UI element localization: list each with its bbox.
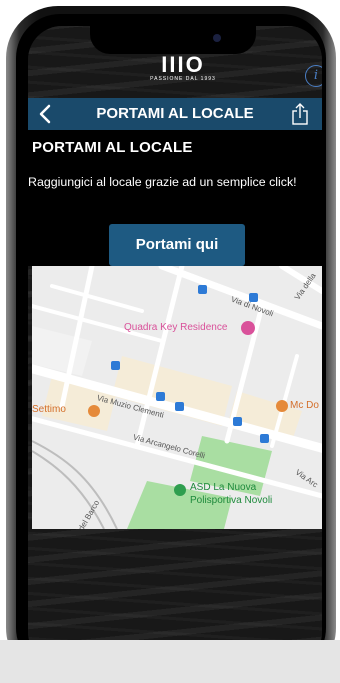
phone-frame: ΙΙΙΟ PASSIONE DAL 1993 i PORTAMI AL LOCA…	[6, 6, 336, 680]
camera-dot	[213, 34, 221, 42]
map-canvas	[32, 266, 322, 529]
info-icon[interactable]: i	[305, 65, 322, 87]
map-label-settimo: Settimo	[32, 404, 66, 415]
chevron-left-icon[interactable]	[35, 101, 57, 127]
map-label-hotel: Quadra Key Residence	[124, 322, 228, 333]
logo-mark: ΙΙΙΟ	[161, 52, 205, 77]
section-description: Raggiungici al locale grazie ad un sempl…	[28, 175, 297, 189]
logo-tagline: PASSIONE DAL 1993	[150, 76, 216, 82]
map-label-sport-1: ASD La Nuova	[190, 482, 257, 493]
content-section: PORTAMI AL LOCALE Raggiungici al locale …	[28, 130, 322, 266]
map-label-mcdo: Mc Do	[290, 400, 319, 411]
phone-bezel: ΙΙΙΟ PASSIONE DAL 1993 i PORTAMI AL LOCA…	[16, 14, 326, 672]
share-icon[interactable]	[288, 101, 312, 127]
section-title: PORTAMI AL LOCALE	[32, 139, 193, 156]
navigation-bar: PORTAMI AL LOCALE	[28, 98, 322, 130]
navigate-button[interactable]: Portami qui	[109, 224, 245, 266]
page-bottom	[0, 640, 340, 683]
map-view[interactable]: Quadra Key Residence Settimo Mc Do ASD L…	[32, 266, 322, 529]
map-label-sport-2: Polisportiva Novoli	[190, 495, 273, 506]
app-screen: ΙΙΙΟ PASSIONE DAL 1993 i PORTAMI AL LOCA…	[28, 26, 322, 666]
notch	[90, 26, 256, 54]
nav-title: PORTAMI AL LOCALE	[96, 105, 254, 122]
brand-logo: ΙΙΙΟ PASSIONE DAL 1993	[138, 52, 228, 83]
